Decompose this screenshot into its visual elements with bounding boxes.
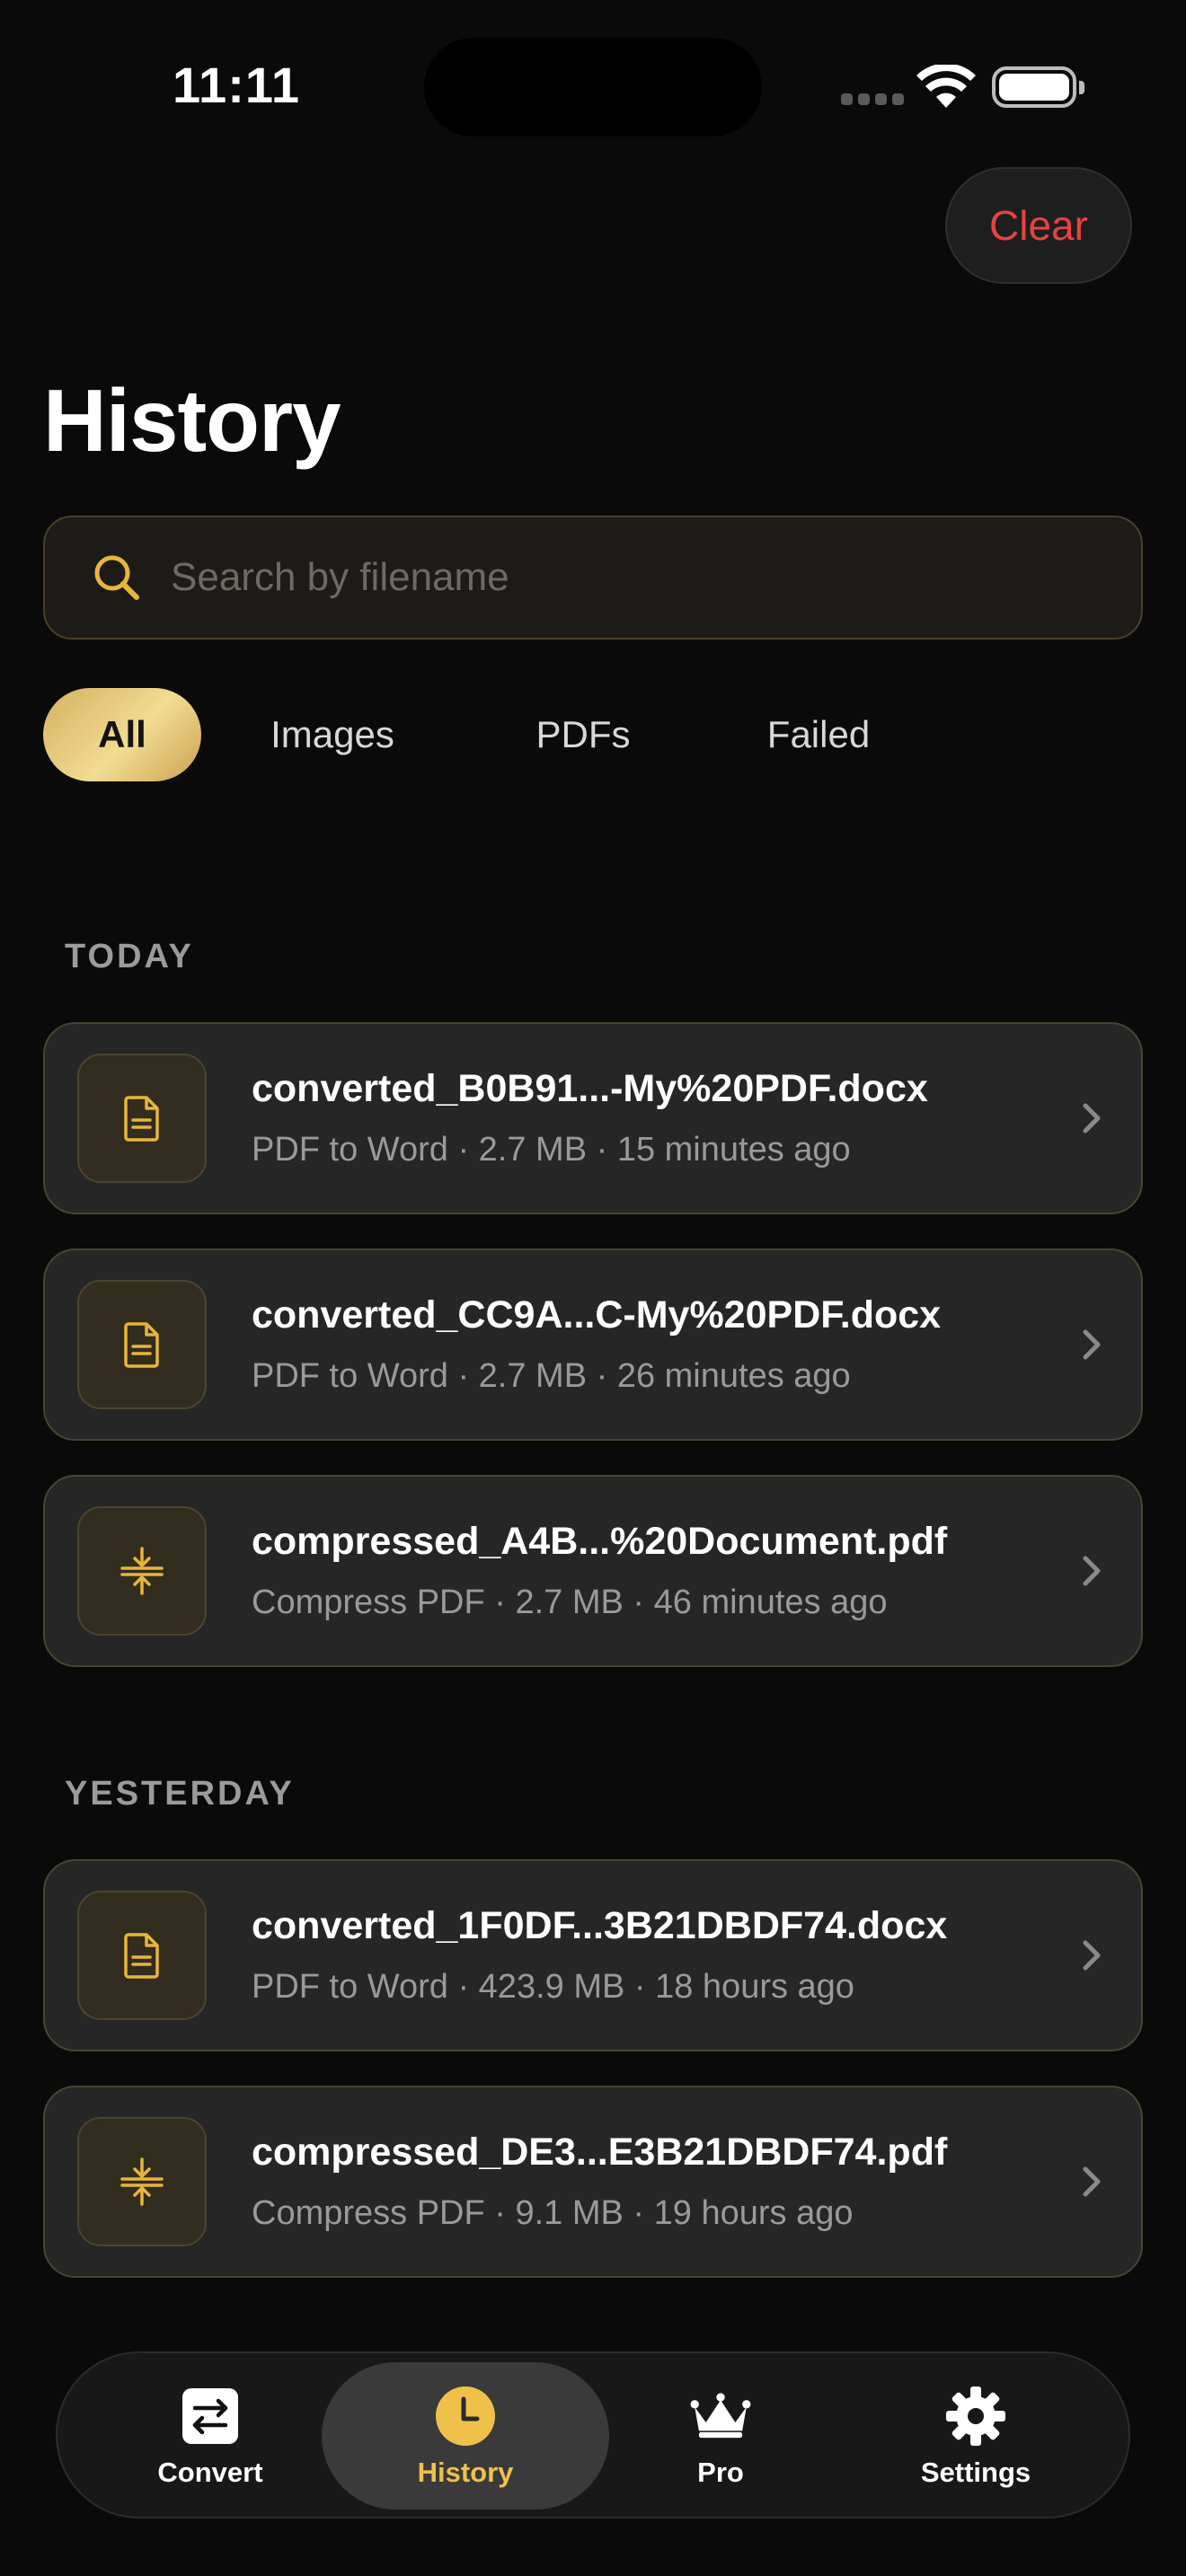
compress-icon bbox=[120, 1547, 164, 1595]
tab-label: Convert bbox=[157, 2457, 263, 2488]
file-thumb bbox=[77, 1280, 207, 1409]
page-title: History bbox=[43, 371, 341, 470]
gear-icon bbox=[946, 2386, 1005, 2446]
tab-label: History bbox=[417, 2457, 514, 2488]
battery-icon bbox=[992, 66, 1084, 108]
tab-convert[interactable]: Convert bbox=[111, 2353, 309, 2520]
file-thumb bbox=[77, 1891, 207, 2020]
file-meta: Compress PDF · 2.7 MB · 46 minutes ago bbox=[252, 1584, 888, 1621]
wifi-icon bbox=[916, 65, 976, 108]
history-item[interactable]: converted_CC9A...C-My%20PDF.docx PDF to … bbox=[43, 1248, 1143, 1441]
file-thumb bbox=[77, 1054, 207, 1183]
section-label-today: TODAY bbox=[65, 938, 194, 975]
filter-chip-failed[interactable]: Failed bbox=[742, 688, 895, 781]
search-icon bbox=[94, 555, 139, 600]
compress-icon bbox=[120, 2157, 164, 2206]
clear-button[interactable]: Clear bbox=[945, 167, 1132, 284]
file-thumb bbox=[77, 1506, 207, 1636]
file-name: compressed_DE3...E3B21DBDF74.pdf bbox=[252, 2130, 948, 2174]
dynamic-island bbox=[424, 38, 762, 137]
file-name: converted_CC9A...C-My%20PDF.docx bbox=[252, 1293, 942, 1337]
tab-label: Settings bbox=[920, 2457, 1031, 2488]
file-meta: PDF to Word · 2.7 MB · 26 minutes ago bbox=[252, 1357, 851, 1395]
chevron-right-icon bbox=[1083, 1940, 1101, 1971]
section-label-yesterday: YESTERDAY bbox=[65, 1775, 295, 1813]
search-input[interactable] bbox=[171, 555, 979, 600]
file-meta: PDF to Word · 2.7 MB · 15 minutes ago bbox=[252, 1131, 851, 1169]
chevron-right-icon bbox=[1083, 1329, 1101, 1360]
document-icon bbox=[124, 1933, 159, 1979]
tab-label: Pro bbox=[697, 2457, 744, 2488]
history-screen: 11:11 Clear History All Images PDFs Fail… bbox=[0, 0, 1186, 2576]
document-icon bbox=[124, 1096, 159, 1142]
search-bar[interactable] bbox=[43, 516, 1143, 640]
file-name: converted_1F0DF...3B21DBDF74.docx bbox=[252, 1904, 948, 1947]
file-thumb bbox=[77, 2117, 207, 2246]
history-item[interactable]: converted_B0B91...-My%20PDF.docx PDF to … bbox=[43, 1022, 1143, 1214]
chevron-right-icon bbox=[1083, 2166, 1101, 2197]
filter-chip-all[interactable]: All bbox=[43, 688, 201, 781]
document-icon bbox=[124, 1322, 159, 1368]
file-meta: Compress PDF · 9.1 MB · 19 hours ago bbox=[252, 2194, 854, 2232]
tab-settings[interactable]: Settings bbox=[877, 2353, 1075, 2520]
clock-icon bbox=[436, 2386, 495, 2446]
cellular-signal-icon bbox=[841, 93, 904, 105]
status-time: 11:11 bbox=[173, 57, 301, 113]
history-item[interactable]: converted_1F0DF...3B21DBDF74.docx PDF to… bbox=[43, 1859, 1143, 2051]
filter-chip-pdfs[interactable]: PDFs bbox=[516, 688, 651, 781]
filter-chip-images[interactable]: Images bbox=[250, 688, 415, 781]
convert-icon bbox=[182, 2388, 238, 2444]
filter-chips: All Images PDFs Failed bbox=[43, 688, 1143, 781]
chevron-right-icon bbox=[1083, 1103, 1101, 1134]
file-name: compressed_A4B...%20Document.pdf bbox=[252, 1520, 948, 1563]
file-name: converted_B0B91...-My%20PDF.docx bbox=[252, 1067, 928, 1110]
tab-pro[interactable]: Pro bbox=[622, 2353, 819, 2520]
history-item[interactable]: compressed_DE3...E3B21DBDF74.pdf Compres… bbox=[43, 2086, 1143, 2278]
file-meta: PDF to Word · 423.9 MB · 18 hours ago bbox=[252, 1968, 854, 2006]
chevron-right-icon bbox=[1083, 1556, 1101, 1586]
tab-history[interactable]: History bbox=[367, 2353, 564, 2520]
tab-bar: Convert History Pro Settings bbox=[56, 2351, 1130, 2519]
history-item[interactable]: compressed_A4B...%20Document.pdf Compres… bbox=[43, 1475, 1143, 1667]
crown-icon bbox=[690, 2393, 751, 2439]
